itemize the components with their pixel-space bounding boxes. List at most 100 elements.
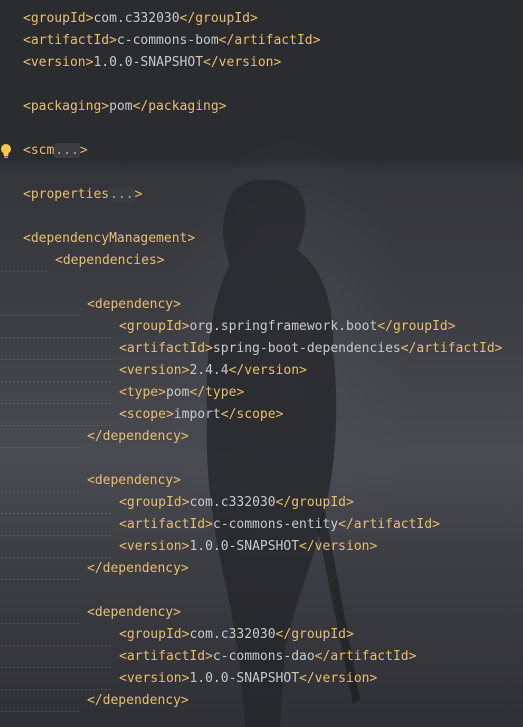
xml-text: import <box>173 407 221 422</box>
xml-tag: <dependency> <box>87 605 181 620</box>
code-line-content: <version>1.0.0-SNAPSHOT</version> <box>119 536 377 558</box>
indent-guide <box>0 558 81 580</box>
code-line[interactable] <box>0 118 523 140</box>
xml-tag: </artifactId> <box>314 649 417 664</box>
xml-tag: <packaging> <box>23 99 110 114</box>
xml-tag: <version> <box>119 671 190 686</box>
code-line-content: <dependencyManagement> <box>23 228 195 250</box>
code-line-content: <artifactId>c-commons-entity</artifactId… <box>119 514 440 536</box>
code-line[interactable]: <artifactId>c-commons-dao</artifactId> <box>0 646 523 668</box>
xml-tag: </version> <box>203 55 282 70</box>
xml-tag: </dependency> <box>87 693 189 708</box>
code-line-content: </dependency> <box>87 426 189 448</box>
code-line[interactable]: <version>2.4.4</version> <box>0 360 523 382</box>
xml-text: pom <box>165 385 190 400</box>
xml-tag: </artifactId> <box>400 341 503 356</box>
indent-guide <box>0 250 49 272</box>
xml-tag: </packaging> <box>132 99 227 114</box>
xml-text: 2.4.4 <box>189 363 229 378</box>
xml-tag: </scope> <box>220 407 284 422</box>
xml-text: com.c332030 <box>189 495 276 510</box>
code-line[interactable]: <dependencies> <box>0 250 523 272</box>
xml-tag: </type> <box>189 385 245 400</box>
xml-text: 1.0.0-SNAPSHOT <box>189 539 300 554</box>
xml-tag: <scm <box>23 143 55 158</box>
indent-guide <box>0 360 113 382</box>
code-line-content: <version>1.0.0-SNAPSHOT</version> <box>23 52 281 74</box>
indent-guide <box>0 338 113 360</box>
code-line[interactable]: <properties...> <box>0 184 523 206</box>
code-line-content: <groupId>org.springframework.boot</group… <box>119 316 456 338</box>
xml-tag: </dependency> <box>87 429 189 444</box>
xml-tag: <scope> <box>119 407 174 422</box>
code-area[interactable]: <groupId>com.c332030</groupId> <artifactI… <box>0 8 523 712</box>
code-line[interactable]: <artifactId>spring-boot-dependencies</ar… <box>0 338 523 360</box>
code-line[interactable]: <scope>import</scope> <box>0 404 523 426</box>
xml-tag: <groupId> <box>119 319 190 334</box>
code-line[interactable]: <scm...> <box>0 140 523 162</box>
code-line[interactable]: </dependency> <box>0 426 523 448</box>
code-line[interactable]: <groupId>org.springframework.boot</group… <box>0 316 523 338</box>
xml-tag: </groupId> <box>275 495 354 510</box>
indent-guide <box>0 492 113 514</box>
xml-text: c-commons-bom <box>116 33 219 48</box>
code-line-content: </dependency> <box>87 690 189 712</box>
xml-text: 1.0.0-SNAPSHOT <box>93 55 204 70</box>
code-line[interactable]: </dependency> <box>0 690 523 712</box>
xml-tag: <properties <box>23 187 110 202</box>
xml-tag: </version> <box>299 671 378 686</box>
code-line[interactable]: <version>1.0.0-SNAPSHOT</version> <box>0 668 523 690</box>
code-line-content: <properties...> <box>23 184 142 206</box>
code-line-content: <version>2.4.4</version> <box>119 360 307 382</box>
code-line[interactable]: <dependencyManagement> <box>0 228 523 250</box>
code-line[interactable]: <artifactId>c-commons-entity</artifactId… <box>0 514 523 536</box>
code-line-content: <dependency> <box>87 602 181 624</box>
code-line[interactable]: </dependency> <box>0 558 523 580</box>
code-line[interactable]: <artifactId>c-commons-bom</artifactId> <box>0 30 523 52</box>
xml-tag: <type> <box>119 385 166 400</box>
indent-guide <box>0 470 81 492</box>
xml-text: org.springframework.boot <box>189 319 378 334</box>
code-line[interactable]: <version>1.0.0-SNAPSHOT</version> <box>0 536 523 558</box>
xml-tag: <artifactId> <box>119 517 213 532</box>
xml-tag: <groupId> <box>119 627 190 642</box>
xml-tag: </dependency> <box>87 561 189 576</box>
indent-guide <box>0 316 113 338</box>
xml-text: 1.0.0-SNAPSHOT <box>189 671 300 686</box>
code-line[interactable]: <groupId>com.c332030</groupId> <box>0 492 523 514</box>
indent-guide <box>0 602 81 624</box>
code-line[interactable] <box>0 74 523 96</box>
code-line[interactable]: <type>pom</type> <box>0 382 523 404</box>
xml-tag: <dependency> <box>87 297 181 312</box>
xml-text: com.c332030 <box>93 11 180 26</box>
xml-tag: </artifactId> <box>338 517 440 532</box>
code-line[interactable] <box>0 580 523 602</box>
code-line[interactable] <box>0 272 523 294</box>
code-line[interactable]: <dependency> <box>0 470 523 492</box>
code-line[interactable]: <dependency> <box>0 294 523 316</box>
indent-guide <box>0 294 81 316</box>
code-line[interactable]: <dependency> <box>0 602 523 624</box>
folded-region-placeholder[interactable]: ... <box>54 143 80 158</box>
code-editor[interactable]: <groupId>com.c332030</groupId> <artifactI… <box>0 0 523 727</box>
code-line[interactable] <box>0 162 523 184</box>
code-line-content: </dependency> <box>87 558 189 580</box>
indent-guide <box>0 536 113 558</box>
code-line-content: <dependency> <box>87 294 181 316</box>
folded-region-placeholder[interactable]: ... <box>109 187 135 202</box>
xml-text: pom <box>109 99 133 114</box>
code-line[interactable]: <version>1.0.0-SNAPSHOT</version> <box>0 52 523 74</box>
code-line[interactable] <box>0 206 523 228</box>
xml-tag: <groupId> <box>119 495 190 510</box>
code-line[interactable]: <packaging>pom</packaging> <box>0 96 523 118</box>
xml-tag: <version> <box>119 539 190 554</box>
code-line-content: <dependency> <box>87 470 181 492</box>
code-line[interactable]: <groupId>com.c332030</groupId> <box>0 624 523 646</box>
xml-tag: <artifactId> <box>119 341 213 356</box>
xml-tag: <artifactId> <box>119 649 213 664</box>
xml-text: com.c332030 <box>189 627 276 642</box>
code-line[interactable]: <groupId>com.c332030</groupId> <box>0 8 523 30</box>
code-line[interactable] <box>0 448 523 470</box>
indent-guide <box>0 624 113 646</box>
lightbulb-icon[interactable] <box>0 143 14 159</box>
